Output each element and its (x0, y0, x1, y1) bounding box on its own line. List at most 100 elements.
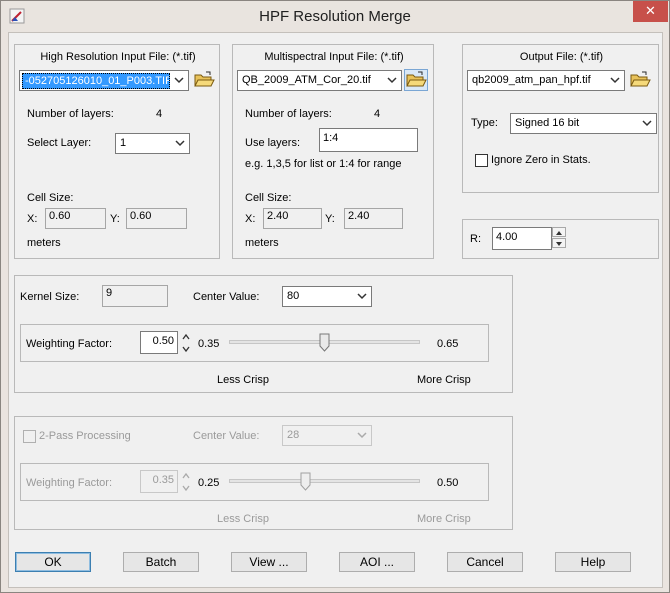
select-layer-value: 1 (120, 137, 127, 149)
multispectral-layers-value: 4 (374, 108, 381, 120)
kernel-weight-input[interactable]: 0.50 (140, 331, 178, 354)
multispectral-cell-size-label: Cell Size: (245, 192, 292, 204)
output-browse-button[interactable] (628, 69, 652, 91)
high-res-layers-value: 4 (156, 108, 163, 120)
ignore-zero-checkbox[interactable] (475, 154, 488, 167)
multispectral-layers-label: Number of layers: (245, 108, 332, 120)
chevron-down-icon (357, 293, 367, 300)
high-res-y-label: Y: (110, 213, 120, 225)
two-pass-slider-thumb[interactable] (300, 472, 311, 491)
triangle-up-icon (556, 231, 562, 235)
chevron-down-icon (610, 77, 620, 84)
folder-open-icon (630, 71, 651, 87)
multispectral-file-value: QB_2009_ATM_Cor_20.tif (242, 74, 371, 86)
multispectral-units: meters (245, 237, 279, 249)
kernel-slider-max: 0.65 (437, 338, 459, 350)
two-pass-more-crisp: More Crisp (417, 513, 471, 525)
title-bar[interactable]: HPF Resolution Merge ✕ (1, 1, 669, 32)
two-pass-center-dropdown[interactable]: 28 (282, 425, 372, 446)
chevron-down-icon (387, 77, 397, 84)
output-file-select[interactable]: qb2009_atm_pan_hpf.tif (467, 70, 625, 91)
folder-open-icon (194, 71, 215, 87)
multispectral-y-label: Y: (325, 213, 335, 225)
high-res-units: meters (27, 237, 61, 249)
high-res-heading: High Resolution Input File: (*.tif) (40, 51, 196, 63)
r-input[interactable]: 4.00 (492, 227, 552, 250)
chevron-down-icon (174, 77, 184, 84)
kernel-size-field: 9 (102, 285, 168, 307)
two-pass-less-crisp: Less Crisp (217, 513, 269, 525)
two-pass-slider-max: 0.50 (437, 477, 459, 489)
high-res-file-value: -052705126010_01_P003.TIF (22, 73, 170, 89)
use-layers-label: Use layers: (245, 137, 301, 149)
kernel-center-value: 80 (287, 290, 300, 302)
output-type-value: Signed 16 bit (515, 117, 580, 129)
multispectral-y-field: 2.40 (344, 208, 403, 229)
ok-button[interactable]: OK (15, 552, 91, 572)
output-type-dropdown[interactable]: Signed 16 bit (510, 113, 657, 134)
two-pass-weight-label: Weighting Factor: (26, 477, 113, 489)
high-res-file-select[interactable]: -052705126010_01_P003.TIF (19, 70, 189, 91)
select-layer-label: Select Layer: (27, 137, 92, 149)
two-pass-weight-input[interactable]: 0.35 (140, 470, 178, 493)
kernel-weight-group: Weighting Factor: 0.50 0.35 0.65 (20, 324, 489, 362)
two-pass-panel: 2-Pass Processing Center Value: 28 Weigh… (14, 416, 513, 530)
multispectral-x-label: X: (245, 213, 256, 225)
multispectral-browse-button[interactable] (404, 69, 428, 91)
two-pass-checkbox[interactable] (23, 430, 36, 443)
two-pass-label: 2-Pass Processing (39, 430, 131, 442)
two-pass-center-label: Center Value: (193, 430, 260, 442)
high-res-x-field: 0.60 (45, 208, 106, 229)
chevron-down-icon (175, 140, 185, 147)
high-res-y-field: 0.60 (126, 208, 187, 229)
high-res-panel: High Resolution Input File: (*.tif) -052… (14, 44, 220, 259)
two-pass-slider-track[interactable] (229, 479, 420, 483)
batch-button[interactable]: Batch (123, 552, 199, 572)
r-panel: R: 4.00 (462, 219, 659, 259)
aoi-button[interactable]: AOI ... (339, 552, 415, 572)
kernel-slider-thumb[interactable] (319, 333, 330, 352)
dialog-client: High Resolution Input File: (*.tif) -052… (8, 32, 663, 588)
multispectral-x-field: 2.40 (263, 208, 322, 229)
close-button[interactable]: ✕ (633, 1, 668, 22)
chevron-down-icon (357, 432, 367, 439)
two-pass-center-value: 28 (287, 429, 300, 441)
kernel-center-dropdown[interactable]: 80 (282, 286, 372, 307)
r-spin-down-button[interactable] (552, 238, 566, 248)
two-pass-slider-min: 0.25 (198, 477, 220, 489)
kernel-size-label: Kernel Size: (20, 291, 80, 303)
select-layer-dropdown[interactable]: 1 (115, 133, 190, 154)
use-layers-input[interactable]: 1:4 (319, 128, 418, 152)
multispectral-file-select[interactable]: QB_2009_ATM_Cor_20.tif (237, 70, 402, 91)
kernel-weight-spinner[interactable] (181, 331, 191, 355)
chevron-down-icon (642, 120, 652, 127)
use-layers-hint: e.g. 1,3,5 for list or 1:4 for range (245, 158, 402, 170)
kernel-less-crisp: Less Crisp (217, 374, 269, 386)
high-res-cell-size-label: Cell Size: (27, 192, 74, 204)
cancel-button[interactable]: Cancel (447, 552, 523, 572)
high-res-x-label: X: (27, 213, 38, 225)
two-pass-weight-group: Weighting Factor: 0.35 0.25 0.50 (20, 463, 489, 501)
two-pass-weight-spinner[interactable] (181, 470, 191, 494)
view-button[interactable]: View ... (231, 552, 307, 572)
kernel-panel: Kernel Size: 9 Center Value: 80 Weightin… (14, 275, 513, 393)
high-res-layers-label: Number of layers: (27, 108, 114, 120)
dialog-window: HPF Resolution Merge ✕ High Resolution I… (0, 0, 670, 593)
kernel-more-crisp: More Crisp (417, 374, 471, 386)
multispectral-panel: Multispectral Input File: (*.tif) QB_200… (232, 44, 434, 259)
output-type-label: Type: (471, 117, 498, 129)
folder-open-icon (406, 71, 427, 87)
output-file-value: qb2009_atm_pan_hpf.tif (472, 74, 591, 86)
window-title: HPF Resolution Merge (259, 8, 411, 25)
r-label: R: (470, 233, 481, 245)
kernel-slider-min: 0.35 (198, 338, 220, 350)
high-res-browse-button[interactable] (192, 69, 216, 91)
help-button[interactable]: Help (555, 552, 631, 572)
kernel-weight-label: Weighting Factor: (26, 338, 113, 350)
r-spin-up-button[interactable] (552, 227, 566, 237)
ignore-zero-label: Ignore Zero in Stats. (491, 154, 591, 166)
output-panel: Output File: (*.tif) qb2009_atm_pan_hpf.… (462, 44, 659, 193)
output-heading: Output File: (*.tif) (519, 51, 604, 63)
multispectral-heading: Multispectral Input File: (*.tif) (264, 51, 404, 63)
triangle-down-icon (556, 242, 562, 246)
